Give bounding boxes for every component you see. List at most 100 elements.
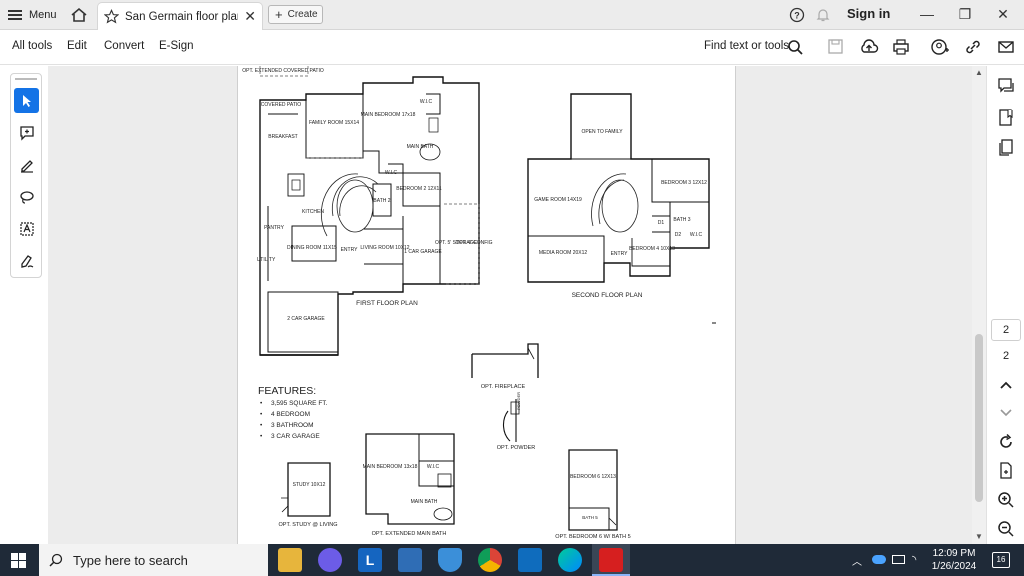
- svg-text:?: ?: [794, 11, 800, 21]
- menu-label: Menu: [29, 9, 57, 21]
- add-comment-icon: [19, 125, 34, 141]
- search-placeholder: Type here to search: [73, 552, 188, 568]
- chrome-icon[interactable]: [478, 548, 502, 572]
- plan-label: LIVING ROOM 10X12: [360, 245, 409, 251]
- plan-label: STUDY 10X12: [293, 482, 326, 488]
- plan-label: BATH 2: [373, 198, 390, 204]
- pages-icon[interactable]: [996, 138, 1016, 158]
- zoom-out-icon[interactable]: [996, 519, 1016, 539]
- save-icon[interactable]: [826, 38, 846, 56]
- plan-label: DINING ROOM 11X15: [287, 245, 337, 251]
- notification-center-icon[interactable]: 16: [992, 552, 1010, 568]
- floor-plan-drawing: OPT. EXTENDED COVERED PATIO COVERED PATI…: [242, 66, 716, 540]
- app-icon[interactable]: [398, 548, 422, 572]
- feature-item: 3,595 SQUARE FT.: [271, 400, 328, 407]
- share-user-icon[interactable]: [930, 38, 950, 56]
- star-icon[interactable]: [104, 9, 119, 24]
- hamburger-icon: [8, 10, 22, 20]
- comments-icon[interactable]: [996, 76, 1016, 96]
- bullet: •: [260, 400, 263, 407]
- select-tool-button[interactable]: [14, 88, 39, 113]
- convert-menu[interactable]: Convert: [104, 40, 144, 52]
- pen-icon: [20, 159, 33, 173]
- edge-icon[interactable]: [558, 548, 582, 572]
- chevron-down-icon[interactable]: [996, 402, 1016, 422]
- close-tab-icon[interactable]: ✕: [244, 8, 256, 25]
- create-button[interactable]: + Create: [268, 5, 323, 24]
- onedrive-cloud-icon[interactable]: [872, 555, 886, 564]
- bookmarks-icon[interactable]: [996, 108, 1016, 128]
- menu-button[interactable]: Menu: [8, 5, 57, 25]
- home-icon[interactable]: [70, 6, 88, 24]
- plan-label: ENTRY: [341, 247, 359, 253]
- plan-label: COVERED PATIO: [261, 102, 301, 108]
- all-tools-menu[interactable]: All tools: [12, 40, 52, 52]
- chevron-up-icon[interactable]: [996, 376, 1016, 396]
- scrollbar-thumb[interactable]: [975, 334, 983, 502]
- plan-label: GAME ROOM 14X19: [534, 197, 582, 203]
- bell-icon[interactable]: [815, 7, 831, 23]
- link-icon[interactable]: [963, 38, 983, 56]
- find-text-or-tools[interactable]: Find text or tools: [704, 40, 789, 52]
- scroll-up-icon[interactable]: ▲: [975, 68, 983, 77]
- current-page-field[interactable]: 2: [991, 319, 1021, 341]
- cursor-icon: [22, 94, 31, 107]
- option-caption: OPT. FIREPLACE: [481, 384, 526, 390]
- security-shield-icon[interactable]: [438, 548, 462, 572]
- clock-date: 1/26/2024: [931, 561, 977, 572]
- lasso-icon: [19, 190, 34, 204]
- plan-label: MAIN BEDROOM 13x18: [363, 464, 418, 470]
- search-icon[interactable]: [786, 38, 806, 56]
- highlight-tool-button[interactable]: [14, 152, 39, 177]
- plan-label: ENTRY: [611, 251, 629, 257]
- help-icon[interactable]: ?: [789, 7, 805, 23]
- vertical-scrollbar[interactable]: ▲ ▼: [972, 66, 986, 544]
- windows-start-icon[interactable]: [11, 553, 26, 568]
- print-icon[interactable]: [891, 38, 911, 56]
- close-window-icon[interactable]: ✕: [992, 4, 1014, 24]
- app-l-icon[interactable]: L: [358, 548, 382, 572]
- taskbar-search-box[interactable]: Type here to search: [39, 544, 268, 576]
- page-extract-icon[interactable]: [996, 461, 1016, 481]
- minimize-icon[interactable]: —: [916, 4, 938, 24]
- app-icon[interactable]: [318, 548, 342, 572]
- email-icon[interactable]: [996, 38, 1016, 56]
- plan-label: BATH 3: [673, 217, 690, 223]
- rotate-icon[interactable]: [996, 432, 1016, 452]
- plan-label: OPEN TO FAMILY: [581, 129, 623, 135]
- sign-tool-button[interactable]: [14, 248, 39, 273]
- plan-label: FAMILY ROOM 15X14: [309, 120, 359, 126]
- system-clock[interactable]: 12:09 PM 1/26/2024: [930, 547, 978, 573]
- zoom-in-icon[interactable]: [996, 490, 1016, 510]
- pdf-page[interactable]: OPT. EXTENDED COVERED PATIO COVERED PATI…: [237, 66, 736, 544]
- search-icon: [49, 553, 63, 567]
- wifi-icon[interactable]: ◝: [912, 553, 916, 566]
- outlook-icon[interactable]: [518, 548, 542, 572]
- windows-taskbar: Type here to search L ︿ ◝ 12:09 PM 1/26/…: [0, 544, 1024, 576]
- comment-tool-button[interactable]: [14, 120, 39, 145]
- file-explorer-icon[interactable]: [278, 548, 302, 572]
- maximize-icon[interactable]: ❐: [954, 4, 976, 24]
- signature-pen-icon: [20, 254, 33, 268]
- plan-label: BEDROOM 3 12X12: [661, 180, 707, 186]
- plan-label: D2: [675, 232, 682, 238]
- drag-handle[interactable]: [15, 78, 37, 80]
- upload-cloud-icon[interactable]: [859, 38, 879, 56]
- esign-menu[interactable]: E-Sign: [159, 40, 194, 52]
- plan-label: OPT. EXTENDED COVERED PATIO: [242, 68, 324, 74]
- scroll-down-icon[interactable]: ▼: [975, 532, 983, 541]
- sign-in-button[interactable]: Sign in: [847, 6, 890, 21]
- document-tab[interactable]: San Germain floor plan... ✕: [97, 2, 263, 30]
- text-tool-button[interactable]: [14, 216, 39, 241]
- plan-label: W.I.C: [420, 99, 433, 105]
- battery-icon[interactable]: [892, 555, 905, 564]
- edit-menu[interactable]: Edit: [67, 40, 87, 52]
- draw-tool-button[interactable]: [14, 184, 39, 209]
- left-tool-rail: [0, 66, 48, 544]
- feature-item: 4 BEDROOM: [271, 411, 310, 418]
- feature-item: 3 BATHROOM: [271, 422, 314, 429]
- plan-label: PANTRY: [264, 225, 284, 231]
- acrobat-taskbar-item[interactable]: [592, 544, 630, 576]
- chevron-up-icon[interactable]: ︿: [852, 553, 862, 568]
- plan-label: BEDROOM 2 12X11: [396, 186, 442, 192]
